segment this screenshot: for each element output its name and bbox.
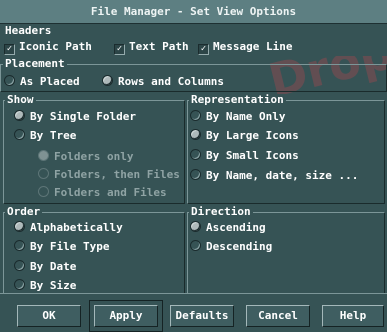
folders-only-radio: Folders only — [38, 149, 133, 164]
order-title: Order — [5, 205, 43, 218]
by-file-type-radio[interactable]: By File Type — [14, 239, 109, 254]
direction-title: Direction — [189, 205, 253, 218]
check-mark-icon: ✓ — [114, 44, 125, 55]
by-large-icons-label: By Large Icons — [206, 129, 299, 142]
by-name-only-label: By Name Only — [206, 110, 286, 123]
radio-on-icon — [38, 150, 49, 161]
by-small-icons-label: By Small Icons — [206, 149, 299, 162]
text-path-checkbox[interactable]: ✓ Text Path — [114, 40, 189, 55]
folders-then-files-radio: Folders, then Files — [38, 167, 180, 182]
text-path-label: Text Path — [129, 40, 189, 53]
ok-button[interactable]: OK — [17, 305, 81, 327]
radio-off-icon — [190, 149, 201, 160]
by-size-label: By Size — [30, 279, 77, 292]
apply-button[interactable]: Apply — [89, 300, 163, 332]
radio-on-icon — [190, 221, 201, 232]
by-date-label: By Date — [30, 260, 77, 273]
radio-off-icon — [4, 75, 15, 86]
descending-label: Descending — [206, 240, 273, 253]
radio-on-icon — [190, 129, 201, 140]
radio-off-icon — [190, 110, 201, 121]
by-tree-radio[interactable]: By Tree — [14, 128, 76, 143]
by-large-icons-radio[interactable]: By Large Icons — [190, 128, 299, 143]
folders-and-files-radio: Folders and Files — [38, 185, 167, 200]
show-title: Show — [5, 93, 36, 106]
by-size-radio[interactable]: By Size — [14, 278, 76, 293]
radio-off-icon — [190, 240, 201, 251]
alphabetically-label: Alphabetically — [30, 221, 123, 234]
by-single-folder-label: By Single Folder — [30, 110, 136, 123]
by-name-date-size-radio[interactable]: By Name, date, size ... — [190, 168, 358, 183]
iconic-path-label: Iconic Path — [19, 40, 92, 53]
radio-on-icon — [14, 110, 25, 121]
alphabetically-radio[interactable]: Alphabetically — [14, 220, 123, 235]
by-name-date-size-label: By Name, date, size ... — [206, 169, 359, 182]
radio-on-icon — [14, 221, 25, 232]
radio-off-icon — [14, 260, 25, 271]
ascending-label: Ascending — [206, 221, 266, 234]
radio-off-icon — [14, 279, 25, 290]
radio-off-icon — [38, 186, 49, 197]
check-mark-icon: ✓ — [4, 44, 15, 55]
check-mark-icon: ✓ — [198, 44, 209, 55]
radio-off-icon — [190, 169, 201, 180]
window-title: File Manager - Set View Options — [0, 0, 387, 24]
by-date-radio[interactable]: By Date — [14, 259, 76, 274]
representation-title: Representation — [189, 93, 286, 106]
radio-off-icon — [14, 240, 25, 251]
by-single-folder-radio[interactable]: By Single Folder — [14, 109, 136, 124]
folders-only-label: Folders only — [54, 150, 134, 163]
iconic-path-checkbox[interactable]: ✓ Iconic Path — [4, 40, 92, 55]
placement-title: Placement — [3, 57, 67, 70]
headers-title: Headers — [3, 24, 54, 37]
by-name-only-radio[interactable]: By Name Only — [190, 109, 285, 124]
as-placed-label: As Placed — [20, 75, 80, 88]
radio-off-icon — [14, 129, 25, 140]
message-line-label: Message Line — [213, 40, 293, 53]
by-tree-label: By Tree — [30, 129, 77, 142]
by-small-icons-radio[interactable]: By Small Icons — [190, 148, 299, 163]
folders-and-files-label: Folders and Files — [54, 186, 167, 199]
rows-columns-radio[interactable]: Rows and Columns — [102, 74, 224, 89]
message-line-checkbox[interactable]: ✓ Message Line — [198, 40, 293, 55]
ascending-radio[interactable]: Ascending — [190, 220, 266, 235]
as-placed-radio[interactable]: As Placed — [4, 74, 80, 89]
descending-radio[interactable]: Descending — [190, 239, 272, 254]
radio-on-icon — [102, 75, 113, 86]
cancel-button[interactable]: Cancel — [246, 305, 310, 327]
help-button[interactable]: Help — [322, 305, 384, 327]
by-file-type-label: By File Type — [30, 240, 110, 253]
defaults-button[interactable]: Defaults — [170, 305, 234, 327]
rows-columns-label: Rows and Columns — [118, 75, 224, 88]
radio-off-icon — [38, 168, 49, 179]
folders-then-files-label: Folders, then Files — [54, 168, 180, 181]
